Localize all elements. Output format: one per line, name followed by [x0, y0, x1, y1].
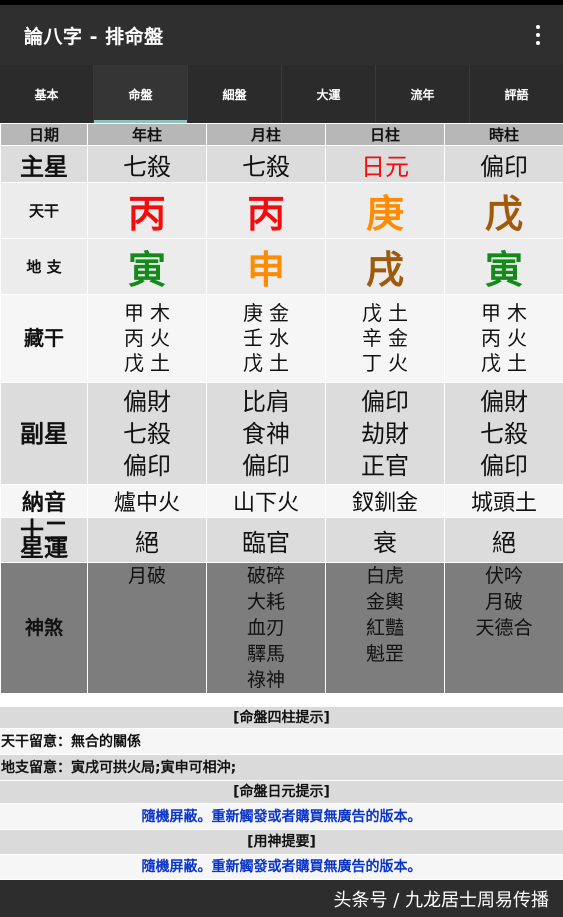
- hidden-stem-line: 戊土: [362, 301, 408, 325]
- heavenly-stem-row: 天干 丙 丙 庚 戊: [0, 182, 563, 239]
- row-label-heavenly-stem: 天干: [0, 182, 88, 239]
- header-row: 日期 年柱 月柱 日柱 時柱: [0, 123, 563, 146]
- header-month-pillar: 月柱: [206, 123, 326, 146]
- spirits-month: 破碎 大耗 血刃 驛馬 祿神: [206, 562, 326, 694]
- spirits-hour: 伏吟 月破 天德合: [444, 562, 563, 694]
- life-stage-row: 十二 星運 絕 臨官 衰 絕: [0, 517, 563, 563]
- hidden-stems-year: 甲木 丙火 戊土: [87, 294, 207, 383]
- branch-hour: 寅: [444, 238, 563, 295]
- main-star-year: 七殺: [87, 145, 207, 183]
- branch-note: 地支留意：寅戌可拱火局;寅申可相沖;: [0, 755, 563, 781]
- overflow-menu-icon[interactable]: [531, 23, 545, 47]
- branch-day: 戌: [325, 238, 445, 295]
- four-pillars-hint-title: [命盤四柱提示]: [0, 707, 563, 729]
- nayin-year: 爐中火: [87, 484, 207, 518]
- stem-day: 庚: [325, 182, 445, 239]
- tab-detail-chart[interactable]: 細盤: [188, 65, 282, 123]
- useful-god-title: [用神提要]: [0, 830, 563, 855]
- header-hour-pillar: 時柱: [444, 123, 563, 146]
- tab-bar: 基本 命盤 細盤 大運 流年 評語: [0, 65, 563, 123]
- tab-chart[interactable]: 命盤: [94, 65, 188, 123]
- app-bar: 論八字 - 排命盤: [0, 5, 563, 65]
- main-star-row: 主星 七殺 七殺 日元 偏印: [0, 145, 563, 183]
- bazi-chart-table: 日期 年柱 月柱 日柱 時柱 主星 七殺 七殺 日元 偏印 天干 丙 丙 庚 戊…: [0, 123, 563, 694]
- day-master-hint-title: [命盤日元提示]: [0, 781, 563, 804]
- nayin-hour: 城頭土: [444, 484, 563, 518]
- header-day-pillar: 日柱: [325, 123, 445, 146]
- life-stage-month: 臨官: [206, 517, 326, 563]
- hidden-stem-line: 丙火: [124, 326, 170, 350]
- footer-watermark-bar: 头条号 / 九龙居士周易传播: [0, 880, 563, 917]
- spirits-day: 白虎 金輿 紅豔 魁罡: [325, 562, 445, 694]
- stem-year: 丙: [87, 182, 207, 239]
- secondary-stars-month: 比肩 食神 偏印: [206, 382, 326, 485]
- spirits-row: 神煞 月破 破碎 大耗 血刃 驛馬 祿神 白虎 金輿 紅豔 魁罡 伏吟 月破 天德合: [0, 562, 563, 694]
- earthly-branch-row: 地 支 寅 申 戌 寅: [0, 238, 563, 295]
- tab-basic[interactable]: 基本: [0, 65, 94, 123]
- row-label-life-stage: 十二 星運: [0, 517, 88, 563]
- ad-notice-1[interactable]: 隨機屏蔽。重新觸發或者購買無廣告的版本。: [0, 804, 563, 830]
- spirits-year: 月破: [87, 562, 207, 694]
- secondary-stars-day: 偏印 劫財 正官: [325, 382, 445, 485]
- branch-year: 寅: [87, 238, 207, 295]
- branch-month: 申: [206, 238, 326, 295]
- hidden-stem-line: 戊土: [481, 351, 527, 375]
- ad-notice-2[interactable]: 隨機屏蔽。重新觸發或者購買無廣告的版本。: [0, 855, 563, 880]
- life-stage-year: 絕: [87, 517, 207, 563]
- nayin-day: 釵釧金: [325, 484, 445, 518]
- nayin-row: 納音 爐中火 山下火 釵釧金 城頭土: [0, 484, 563, 518]
- hidden-stems-row: 藏干 甲木 丙火 戊土 庚金 壬水 戊土 戊土 辛金 丁火 甲木 丙火 戊土: [0, 294, 563, 383]
- hidden-stem-line: 戊土: [124, 351, 170, 375]
- row-label-secondary-star: 副星: [0, 382, 88, 485]
- header-year-pillar: 年柱: [87, 123, 207, 146]
- tab-major-luck[interactable]: 大運: [282, 65, 376, 123]
- app-title: 論八字 - 排命盤: [24, 25, 164, 48]
- hidden-stems-hour: 甲木 丙火 戊土: [444, 294, 563, 383]
- tab-annual-luck[interactable]: 流年: [376, 65, 470, 123]
- hidden-stem-line: 辛金: [362, 326, 408, 350]
- hidden-stem-line: 丙火: [481, 326, 527, 350]
- secondary-stars-year: 偏財 七殺 偏印: [87, 382, 207, 485]
- hidden-stem-line: 甲木: [481, 301, 527, 325]
- hidden-stem-line: 丁火: [362, 351, 408, 375]
- tab-commentary[interactable]: 評語: [470, 65, 563, 123]
- stem-month: 丙: [206, 182, 326, 239]
- main-star-day: 日元: [325, 145, 445, 183]
- main-star-month: 七殺: [206, 145, 326, 183]
- row-label-spirits: 神煞: [0, 562, 88, 694]
- life-stage-hour: 絕: [444, 517, 563, 563]
- hidden-stems-day: 戊土 辛金 丁火: [325, 294, 445, 383]
- hidden-stem-line: 壬水: [243, 326, 289, 350]
- stem-hour: 戊: [444, 182, 563, 239]
- main-star-hour: 偏印: [444, 145, 563, 183]
- secondary-stars-hour: 偏財 七殺 偏印: [444, 382, 563, 485]
- life-stage-day: 衰: [325, 517, 445, 563]
- row-label-hidden-stems: 藏干: [0, 294, 88, 383]
- watermark-text: 头条号 / 九龙居士周易传播: [333, 889, 549, 911]
- hidden-stem-line: 甲木: [124, 301, 170, 325]
- hidden-stems-month: 庚金 壬水 戊土: [206, 294, 326, 383]
- row-label-earthly-branch: 地 支: [0, 238, 88, 295]
- row-label-main-star: 主星: [0, 145, 88, 183]
- stem-note: 天干留意：無合的關係: [0, 729, 563, 755]
- secondary-star-row: 副星 偏財 七殺 偏印 比肩 食神 偏印 偏印 劫財 正官 偏財 七殺 偏印: [0, 382, 563, 485]
- header-date: 日期: [0, 123, 88, 146]
- nayin-month: 山下火: [206, 484, 326, 518]
- row-label-nayin: 納音: [0, 484, 88, 518]
- hidden-stem-line: 戊土: [243, 351, 289, 375]
- hidden-stem-line: 庚金: [243, 301, 289, 325]
